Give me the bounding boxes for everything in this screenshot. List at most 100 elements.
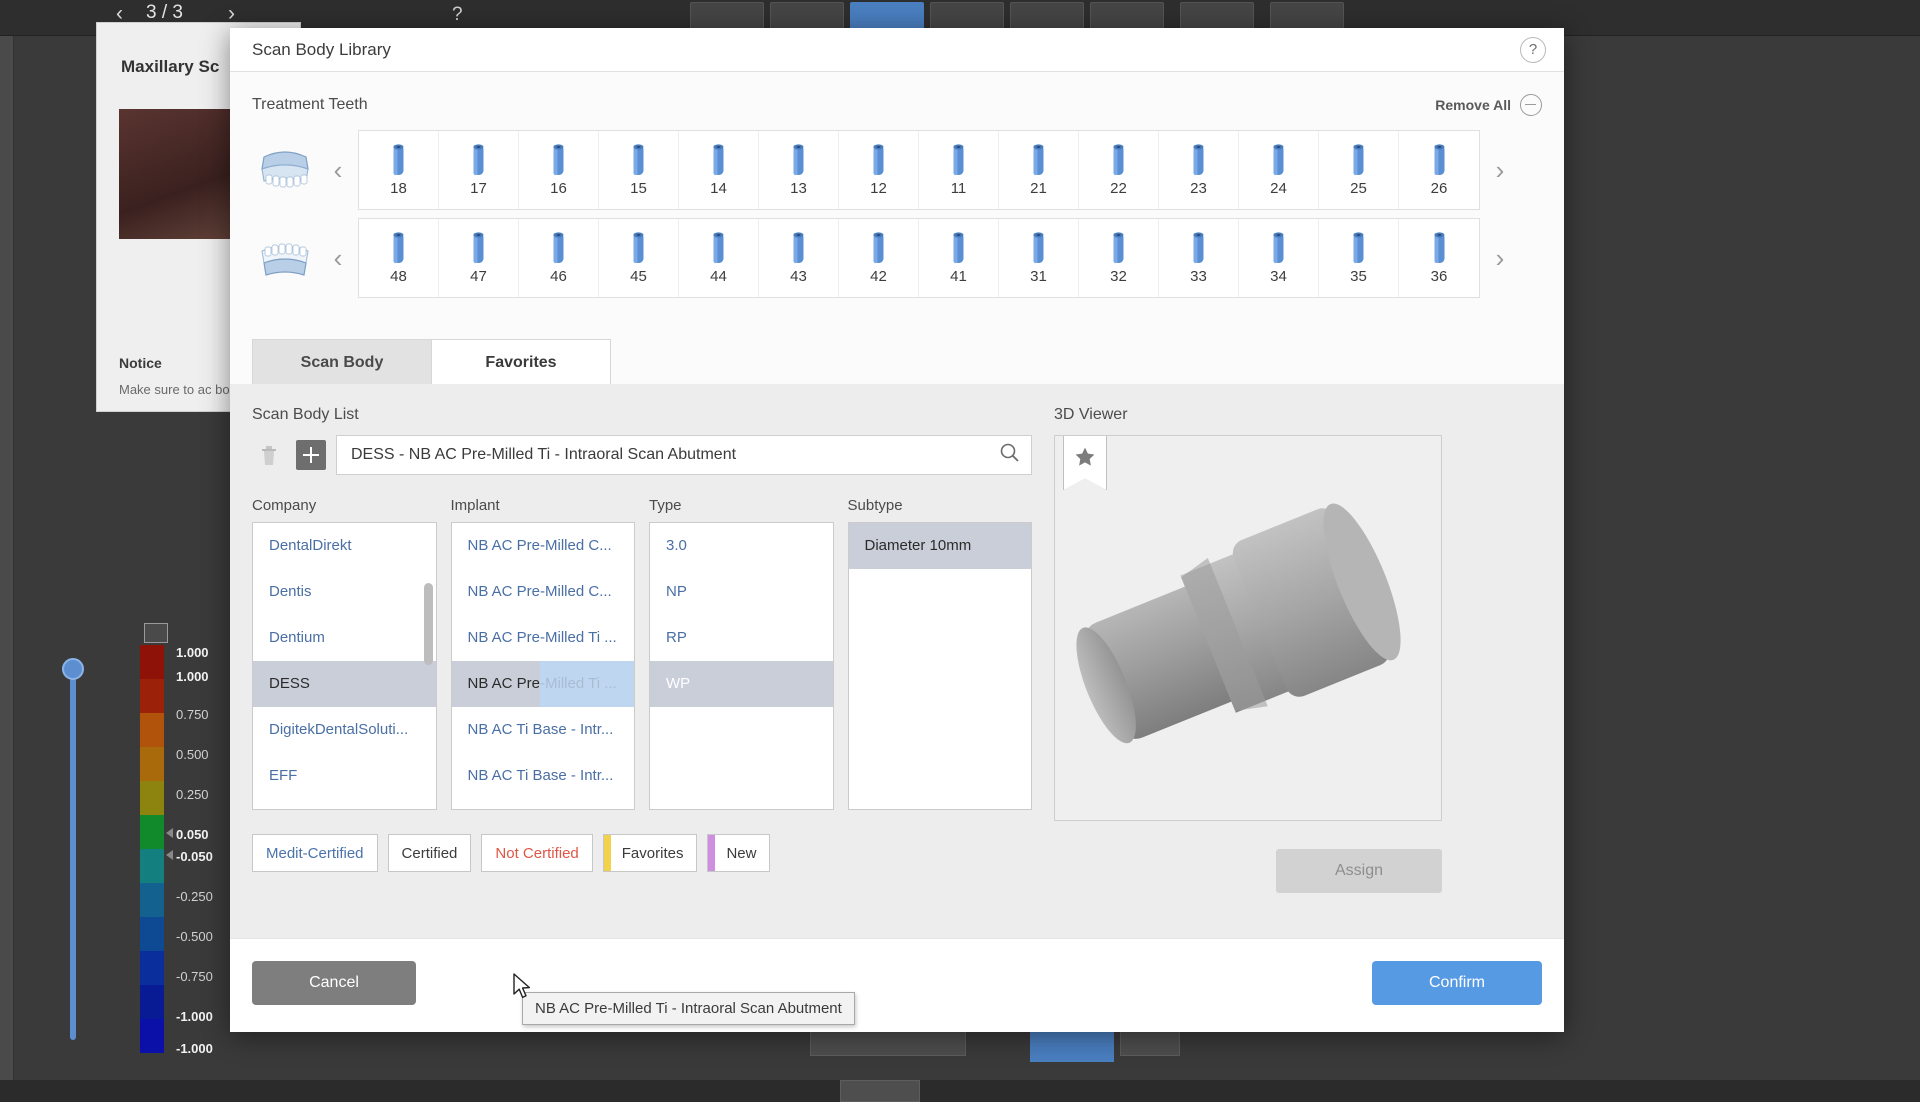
list-item[interactable]: Dentium bbox=[253, 615, 436, 661]
list-item[interactable]: NB AC Pre-Milled Ti ... bbox=[452, 615, 635, 661]
tooth-cell-16[interactable]: 16 bbox=[519, 131, 599, 209]
list-item[interactable]: EFF bbox=[253, 753, 436, 799]
viewer-panel: 3D Viewer bbox=[1054, 406, 1442, 893]
tooth-cell-24[interactable]: 24 bbox=[1239, 131, 1319, 209]
tooth-number: 21 bbox=[1030, 180, 1047, 197]
tooth-cell-31[interactable]: 31 bbox=[999, 219, 1079, 297]
tooth-cell-47[interactable]: 47 bbox=[439, 219, 519, 297]
legend-tick-label: -0.750 bbox=[176, 969, 213, 984]
scan-body-list-panel: Scan Body List DESS - NB AC Pre-Milled T… bbox=[252, 406, 1032, 893]
tooth-cell-45[interactable]: 45 bbox=[599, 219, 679, 297]
upper-next-button[interactable]: › bbox=[1480, 157, 1520, 183]
chip-new[interactable]: New bbox=[707, 834, 770, 872]
list-box[interactable]: Diameter 10mm bbox=[848, 522, 1033, 810]
list-column-subtype: Subtype Diameter 10mm bbox=[848, 497, 1033, 810]
list-box[interactable]: NB AC Pre-Milled C...NB AC Pre-Milled C.… bbox=[451, 522, 636, 810]
tooth-cell-12[interactable]: 12 bbox=[839, 131, 919, 209]
tooth-cell-15[interactable]: 15 bbox=[599, 131, 679, 209]
column-header: Implant bbox=[451, 497, 636, 514]
tooth-cell-48[interactable]: 48 bbox=[359, 219, 439, 297]
confirm-button[interactable]: Confirm bbox=[1372, 961, 1542, 1005]
assign-button[interactable]: Assign bbox=[1276, 849, 1442, 893]
lower-prev-button[interactable]: ‹ bbox=[318, 245, 358, 271]
tooth-cell-14[interactable]: 14 bbox=[679, 131, 759, 209]
tooth-cell-25[interactable]: 25 bbox=[1319, 131, 1399, 209]
tooth-cell-43[interactable]: 43 bbox=[759, 219, 839, 297]
tab-favorites[interactable]: Favorites bbox=[431, 339, 611, 385]
tooth-cell-41[interactable]: 41 bbox=[919, 219, 999, 297]
tooth-cell-17[interactable]: 17 bbox=[439, 131, 519, 209]
list-item[interactable]: NB AC Pre-Milled C... bbox=[452, 523, 635, 569]
tab-scan-body-label: Scan Body bbox=[301, 354, 384, 372]
legend-tick-label: -0.050 bbox=[176, 849, 213, 864]
legend-tick-label: 1.000 bbox=[176, 645, 209, 660]
tab-scan-body[interactable]: Scan Body bbox=[252, 339, 432, 385]
tooth-number: 46 bbox=[550, 268, 567, 285]
tooth-cell-32[interactable]: 32 bbox=[1079, 219, 1159, 297]
list-scrollbar[interactable] bbox=[424, 583, 433, 665]
chip-label: Not Certified bbox=[495, 845, 578, 862]
list-item[interactable]: NB AC Pre-Milled C... bbox=[452, 569, 635, 615]
search-input[interactable]: DESS - NB AC Pre-Milled Ti - Intraoral S… bbox=[336, 435, 1032, 475]
hover-highlight bbox=[540, 661, 636, 707]
tooth-cell-46[interactable]: 46 bbox=[519, 219, 599, 297]
tooth-cell-33[interactable]: 33 bbox=[1159, 219, 1239, 297]
tooth-cell-23[interactable]: 23 bbox=[1159, 131, 1239, 209]
list-item[interactable]: NB AC Ti Base - Intr... bbox=[452, 707, 635, 753]
tooth-number: 43 bbox=[790, 268, 807, 285]
tooth-number: 47 bbox=[470, 268, 487, 285]
tooth-cell-35[interactable]: 35 bbox=[1319, 219, 1399, 297]
help-icon[interactable]: ? bbox=[1520, 37, 1546, 63]
upper-arch-row: ‹ 1817161514131211 21 2223242526 › bbox=[252, 130, 1542, 210]
list-item[interactable]: NB AC Ti Base - Intr... bbox=[452, 753, 635, 799]
legend-settings-icon[interactable] bbox=[144, 623, 168, 643]
tooth-cell-26[interactable]: 26 bbox=[1399, 131, 1479, 209]
chip-certified[interactable]: Certified bbox=[388, 834, 472, 872]
vertical-slider[interactable] bbox=[70, 660, 76, 1040]
list-item[interactable]: WP bbox=[650, 661, 833, 707]
3d-viewer[interactable] bbox=[1054, 435, 1442, 821]
legend-tick-label: -0.250 bbox=[176, 889, 213, 904]
trash-icon[interactable] bbox=[252, 438, 286, 472]
tab-favorites-label: Favorites bbox=[485, 354, 556, 372]
tooth-number: 41 bbox=[950, 268, 967, 285]
list-item[interactable]: Dentis bbox=[253, 569, 436, 615]
upper-prev-button[interactable]: ‹ bbox=[318, 157, 358, 183]
tooth-number: 36 bbox=[1431, 268, 1448, 285]
tooth-cell-42[interactable]: 42 bbox=[839, 219, 919, 297]
list-item[interactable]: DentalDirekt bbox=[253, 523, 436, 569]
column-header: Subtype bbox=[848, 497, 1033, 514]
tooth-cell-18[interactable]: 18 bbox=[359, 131, 439, 209]
tooth-cell-44[interactable]: 44 bbox=[679, 219, 759, 297]
search-icon[interactable] bbox=[999, 442, 1021, 469]
tooth-cell-13[interactable]: 13 bbox=[759, 131, 839, 209]
tooth-cell-36[interactable]: 36 bbox=[1399, 219, 1479, 297]
list-item[interactable]: Diameter 10mm bbox=[849, 523, 1032, 569]
list-item[interactable]: 3.0 bbox=[650, 523, 833, 569]
list-item[interactable]: DigitekDentalSoluti... bbox=[253, 707, 436, 753]
list-box[interactable]: 3.0NPRPWP bbox=[649, 522, 834, 810]
list-item[interactable]: RP bbox=[650, 615, 833, 661]
tooth-cell-21[interactable]: 21 bbox=[999, 131, 1079, 209]
vertical-slider-knob[interactable] bbox=[62, 658, 84, 680]
plus-icon[interactable] bbox=[296, 440, 326, 470]
legend-tick-label: 0.050 bbox=[176, 827, 209, 842]
tooth-number: 31 bbox=[1030, 268, 1047, 285]
legend-tick-label: -0.500 bbox=[176, 929, 213, 944]
treatment-teeth-header: Treatment Teeth Remove All bbox=[252, 72, 1542, 122]
lower-next-button[interactable]: › bbox=[1480, 245, 1520, 271]
chip-not-certified[interactable]: Not Certified bbox=[481, 834, 592, 872]
cancel-button[interactable]: Cancel bbox=[252, 961, 416, 1005]
remove-all-button[interactable]: Remove All bbox=[1435, 94, 1542, 116]
background-help-icon[interactable]: ? bbox=[452, 4, 463, 26]
bottom-item-3[interactable] bbox=[840, 1080, 920, 1102]
chip-favorites[interactable]: Favorites bbox=[603, 834, 698, 872]
chip-medit-certified[interactable]: Medit-Certified bbox=[252, 834, 378, 872]
list-item[interactable]: NP bbox=[650, 569, 833, 615]
tooth-cell-34[interactable]: 34 bbox=[1239, 219, 1319, 297]
minus-circle-icon[interactable] bbox=[1520, 94, 1542, 116]
tooth-cell-11[interactable]: 11 bbox=[919, 131, 999, 209]
tooth-cell-22[interactable]: 22 bbox=[1079, 131, 1159, 209]
list-box[interactable]: DentalDirektDentisDentiumDESSDigitekDent… bbox=[252, 522, 437, 810]
list-item[interactable]: DESS bbox=[253, 661, 436, 707]
